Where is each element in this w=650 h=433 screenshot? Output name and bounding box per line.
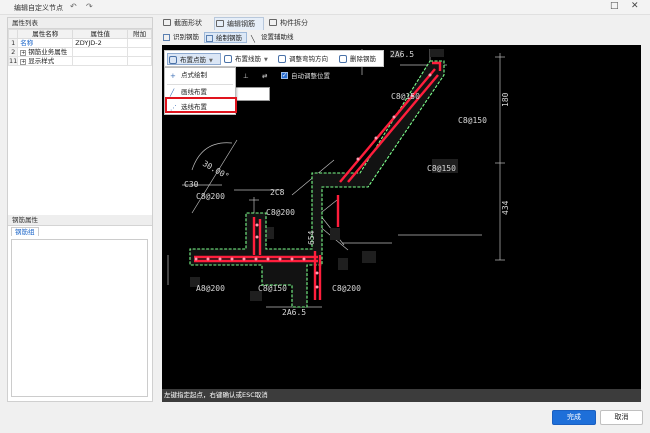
- rebar-group-list[interactable]: [11, 239, 148, 397]
- line-rebar-icon: [224, 55, 232, 63]
- canvas-toolbar: 布置点筋 ▼ 布置线筋 ▼ 调整弯钩方向 删除钢筋: [164, 50, 384, 67]
- rebar-spec-label: C8@200: [332, 284, 361, 293]
- column-header: 附加: [127, 29, 152, 39]
- rownum-header: [7, 29, 19, 39]
- expand-icon[interactable]: +: [20, 50, 27, 56]
- rebar-spec-label: A8@200: [196, 284, 225, 293]
- rebar-properties-header: 钢筋属性: [8, 215, 152, 226]
- column-header: 属性名称: [17, 29, 74, 39]
- auto-adjust-checkbox[interactable]: ✓: [281, 72, 288, 79]
- delete-rebar-button[interactable]: 删除钢筋: [338, 53, 382, 65]
- tab-section-shape[interactable]: 截面形状: [162, 17, 210, 30]
- crosshair-icon: +: [170, 72, 176, 80]
- property-value[interactable]: ZDYJD-2: [72, 38, 129, 48]
- menu-divider: [167, 84, 233, 85]
- row-number: 2: [7, 47, 19, 57]
- selection-highlight-box: [165, 97, 237, 113]
- guide-line-icon: ╲: [251, 35, 255, 43]
- place-point-rebar-button[interactable]: 布置点筋 ▼: [167, 53, 221, 65]
- property-name: + 钢筋业务属性: [17, 47, 74, 57]
- delete-rebar-icon: [339, 55, 347, 63]
- expand-icon[interactable]: +: [20, 59, 27, 65]
- left-panel: 属性列表 属性名称 属性值 附加 1 名称 ZDYJD-2 2 + 钢筋业务属性 …: [7, 17, 153, 402]
- properties-table: 属性名称 属性值 附加 1 名称 ZDYJD-2 2 + 钢筋业务属性 11 + 显…: [7, 29, 152, 66]
- row-number: 11: [7, 56, 19, 66]
- rebar-count-label: 2A6.5: [282, 308, 306, 317]
- table-row[interactable]: 11 + 显示样式: [7, 56, 152, 66]
- dimension-label: 180: [501, 92, 510, 107]
- property-value[interactable]: [72, 47, 129, 57]
- cancel-button[interactable]: 取消: [600, 410, 643, 425]
- rebar-spec-label: C8@150: [391, 92, 420, 101]
- dimension-label: 654: [307, 230, 316, 245]
- set-guide-line-button[interactable]: ╲ 设置辅助线: [250, 32, 302, 43]
- section-shape-icon: [163, 19, 171, 26]
- concrete-grade-label: C30: [184, 180, 199, 189]
- identify-rebar-icon: [163, 34, 170, 41]
- rebar-count-label: 2A6.5: [390, 50, 414, 59]
- properties-header: 属性列表: [8, 18, 152, 29]
- draw-rebar-icon: [206, 35, 213, 42]
- rebar-spec-label: C8@200: [266, 208, 295, 217]
- tab-edit-rebar[interactable]: 编辑钢筋: [214, 17, 264, 30]
- point-rebar-icon: [169, 56, 177, 64]
- property-value[interactable]: [72, 56, 129, 66]
- undo-icon[interactable]: ↶: [70, 2, 77, 11]
- dimension-label: 434: [501, 200, 510, 215]
- close-icon[interactable]: ✕: [631, 1, 639, 11]
- edit-rebar-icon: [216, 20, 224, 27]
- rebar-spec-label: C8@150: [258, 284, 287, 293]
- title-bar: 编辑自定义节点 ↶ ↷ □ ✕: [0, 0, 650, 15]
- angle-label: 30.00°: [201, 159, 231, 181]
- tab-component-split[interactable]: 构件拆分: [268, 17, 316, 30]
- draw-rebar-button[interactable]: 绘制钢筋: [204, 32, 247, 43]
- finish-button[interactable]: 完成: [552, 410, 596, 425]
- rebar-spec-label: C8@200: [196, 192, 225, 201]
- chevron-down-icon[interactable]: ▼: [264, 57, 268, 63]
- identify-rebar-button[interactable]: 识别钢筋: [162, 32, 202, 43]
- column-header: 属性值: [72, 29, 129, 39]
- status-bar: 左键指定起点，右键确认或ESC取消: [162, 389, 641, 402]
- property-extra[interactable]: [127, 47, 152, 57]
- menu-item-point-draw[interactable]: + 点式绘制: [165, 69, 235, 82]
- canvas-value-input[interactable]: [234, 87, 270, 101]
- rebar-count-label: 2C8: [270, 188, 285, 197]
- component-split-icon: [269, 19, 277, 26]
- draw-line-icon: ╱: [170, 89, 175, 97]
- adjust-hook-direction-button[interactable]: 调整弯钩方向: [277, 53, 335, 65]
- place-line-rebar-button[interactable]: 布置线筋 ▼: [223, 53, 275, 65]
- rebar-spec-label: C8@150: [427, 164, 456, 173]
- tab-rebar-group[interactable]: 钢筋组: [11, 227, 39, 236]
- chevron-down-icon[interactable]: ▼: [209, 58, 213, 64]
- property-extra[interactable]: [127, 56, 152, 66]
- table-row[interactable]: 2 + 钢筋业务属性: [7, 47, 152, 57]
- rebar-spec-label: C8@150: [458, 116, 487, 125]
- hook-direction-icon: [278, 55, 286, 63]
- mirror-icon[interactable]: ⊥: [243, 70, 249, 82]
- property-extra[interactable]: [127, 38, 152, 48]
- auto-adjust-label: 自动调整位置: [291, 72, 330, 80]
- property-name: 名称: [17, 38, 74, 48]
- swap-icon[interactable]: ⇄: [262, 70, 267, 82]
- table-row[interactable]: 1 名称 ZDYJD-2: [7, 38, 152, 48]
- row-number: 1: [7, 38, 19, 48]
- redo-icon[interactable]: ↷: [86, 2, 93, 11]
- property-name: + 显示样式: [17, 56, 74, 66]
- window-title: 编辑自定义节点: [14, 4, 63, 12]
- maximize-icon[interactable]: □: [610, 1, 619, 11]
- rebar-properties-section: 钢筋属性 钢筋组: [8, 215, 152, 401]
